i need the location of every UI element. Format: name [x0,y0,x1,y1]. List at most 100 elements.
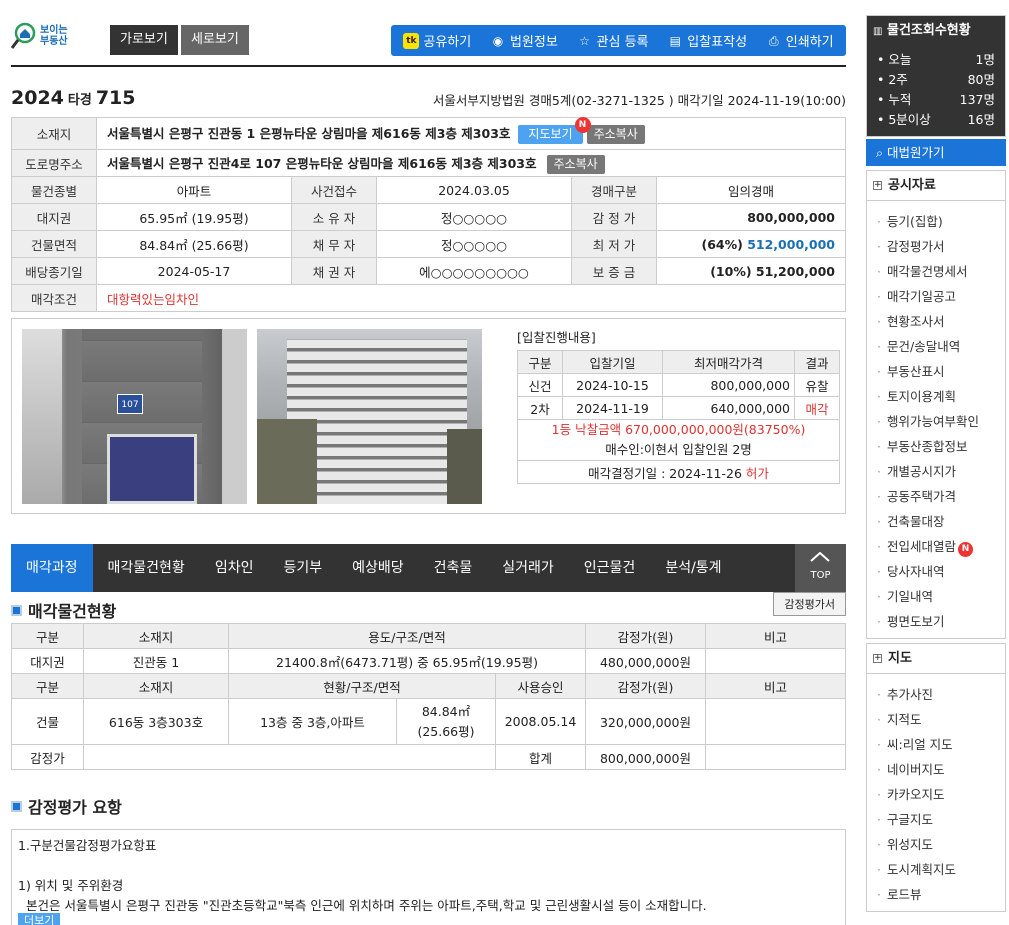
total-label: 감정가 [11,744,84,770]
sum-label: 합계 [495,744,586,770]
building-photo[interactable] [257,329,482,504]
land-h-appraisal: 감정가(원) [585,623,706,649]
favorite-button[interactable]: ☆ 관심 등록 [577,31,649,51]
docs-item[interactable]: 기일내역 [877,584,1005,609]
section-title: 매각물건현황 [11,598,116,622]
maps-item[interactable]: 씨:리얼 지도 [877,732,1005,757]
docs-item[interactable]: 매각물건명세서 [877,259,1005,284]
appraisal-report-button[interactable]: 감정평가서 [773,592,846,616]
entrance-photo[interactable]: 107 [22,329,247,504]
supreme-court-button[interactable]: ⌕ 대법원가기 [866,139,1006,166]
bldg-h-type: 구분 [11,673,84,699]
vertical-view-button[interactable]: 세로보기 [181,25,249,55]
view-value: 80명 [967,72,995,87]
docs-item[interactable]: 행위가능여부확인 [877,409,1005,434]
logo[interactable]: 보이는 부동산 [11,22,68,50]
docs-item-label: 매각물건명세서 [886,264,968,279]
view-label: • 5분이상 [877,112,931,127]
share-button[interactable]: tk 공유하기 [403,31,471,50]
min-price-label: 최 저 가 [571,230,657,258]
owner-label: 소 유 자 [291,203,377,231]
maps-item-label: 추가사진 [886,687,933,702]
tab-tenants[interactable]: 임차인 [200,544,269,592]
bid-price: 640,000,000 [662,396,795,420]
docs-item[interactable]: 등기(집합) [877,209,1005,234]
bid-header-price: 최저매각가격 [662,350,795,374]
maps-item[interactable]: 도시계획지도 [877,857,1005,882]
appraisal-label: 감 정 가 [571,203,657,231]
house-magnifier-icon [11,22,36,49]
docs-item-label: 기일내역 [886,589,933,604]
bldg-structure: 13층 중 3층,아파트 [228,698,397,745]
docs-item[interactable]: 공동주택가격 [877,484,1005,509]
map-header[interactable]: + 지도 [867,644,1005,674]
tab-registry[interactable]: 등기부 [268,544,337,592]
land-h-use: 용도/구조/면적 [228,623,586,649]
print-button[interactable]: ⎙ 인쇄하기 [766,31,834,51]
copy-road-button[interactable]: 주소복사 [546,154,605,174]
min-price-pct: (64%) [701,236,743,252]
bldg-loc: 616동 3층303호 [83,698,229,745]
docs-item[interactable]: 개별공시지가 [877,459,1005,484]
more-button[interactable]: 더보기 [18,913,61,925]
filing-value: 2024.03.05 [376,176,572,204]
copy-address-button[interactable]: 주소복사 [586,125,645,144]
docs-item[interactable]: 부동산종합정보 [877,434,1005,459]
horizontal-view-button[interactable]: 가로보기 [110,25,178,55]
docs-item[interactable]: 당사자내역 [877,559,1005,584]
bid-price: 800,000,000 [662,373,795,397]
maps-item[interactable]: 카카오지도 [877,782,1005,807]
winning-amount: 1등 낙찰금액 670,000,000,000원(83750%) [551,422,806,437]
docs-item-label: 평면도보기 [886,614,945,629]
bid-table: 구분 입찰기일 최저매각가격 결과 신건 2024-10-15 800,000,… [517,350,840,484]
map-box: + 지도 추가사진지적도씨:리얼 지도네이버지도카카오지도구글지도위성지도도시계획… [866,643,1006,912]
docs-item[interactable]: 부동산표시 [877,359,1005,384]
docs-item-label: 토지이용계획 [886,389,956,404]
maps-item[interactable]: 로드뷰 [877,882,1005,907]
bldg-area: 84.84㎡ [421,703,471,719]
bid-type: 신건 [517,373,563,397]
top-button[interactable]: TOP [795,544,846,592]
docs-item[interactable]: 전입세대열람N [877,534,1005,559]
docs-item[interactable]: 현황조사서 [877,309,1005,334]
favorite-label: 관심 등록 [596,35,649,50]
docs-header[interactable]: + 공시자료 [867,171,1005,201]
deposit-value: (10%) 51,200,000 [656,257,846,285]
docs-item[interactable]: 매각기일공고 [877,284,1005,309]
maps-item[interactable]: 위성지도 [877,832,1005,857]
tab-real-price[interactable]: 실거래가 [487,544,569,592]
tab-auction-process[interactable]: 매각과정 [11,544,93,592]
decision-status: 허가 [745,465,769,481]
maps-item[interactable]: 네이버지도 [877,757,1005,782]
court-info-button[interactable]: ◉ 법원정보 [490,31,558,51]
map-view-button[interactable]: 지도보기 N [518,117,591,144]
toolbar: tk 공유하기 ◉ 법원정보 ☆ 관심 등록 ▤ 입찰표작성 ⎙ 인쇄하기 [391,25,846,56]
bid-header-type: 구분 [517,350,563,374]
docs-item[interactable]: 문건/송달내역 [877,334,1005,359]
tab-nearby[interactable]: 인근물건 [569,544,651,592]
view-label: • 누적 [877,92,912,107]
buyer-info: 매수인:이현서 입찰인원 2명 [605,442,752,457]
docs-item[interactable]: 건축물대장 [877,509,1005,534]
docs-item[interactable]: 감정평가서 [877,234,1005,259]
docs-item[interactable]: 토지이용계획 [877,384,1005,409]
maps-item[interactable]: 추가사진 [877,682,1005,707]
decision-date: 매각결정기일 : 2024-11-26 [588,465,742,481]
bid-form-button[interactable]: ▤ 입찰표작성 [667,31,747,51]
tab-analysis[interactable]: 분석/통계 [650,544,736,592]
share-label: 공유하기 [423,35,472,50]
tab-building[interactable]: 건축물 [419,544,488,592]
tab-dividend[interactable]: 예상배당 [337,544,419,592]
docs-item[interactable]: 평면도보기 [877,609,1005,634]
bldg-area-pyeong: (25.66평) [417,723,475,739]
bldg-h-status: 현황/구조/면적 [228,673,496,699]
tab-property-status[interactable]: 매각물건현황 [93,544,200,592]
maps-item[interactable]: 지적도 [877,707,1005,732]
bid-date: 2024-10-15 [562,373,663,397]
maps-item[interactable]: 구글지도 [877,807,1005,832]
auction-type-label: 경매구분 [571,176,657,204]
new-badge: N [574,117,591,133]
land-right-label: 대지권 [11,203,97,231]
photo-panel: 107 [입찰진행내용] 구분 입찰기일 최저매각가격 결과 신건 2024-1… [11,318,846,514]
road-cell: 서울특별시 은평구 진관4로 107 은평뉴타운 상림마을 제616동 제3층 … [96,149,846,177]
